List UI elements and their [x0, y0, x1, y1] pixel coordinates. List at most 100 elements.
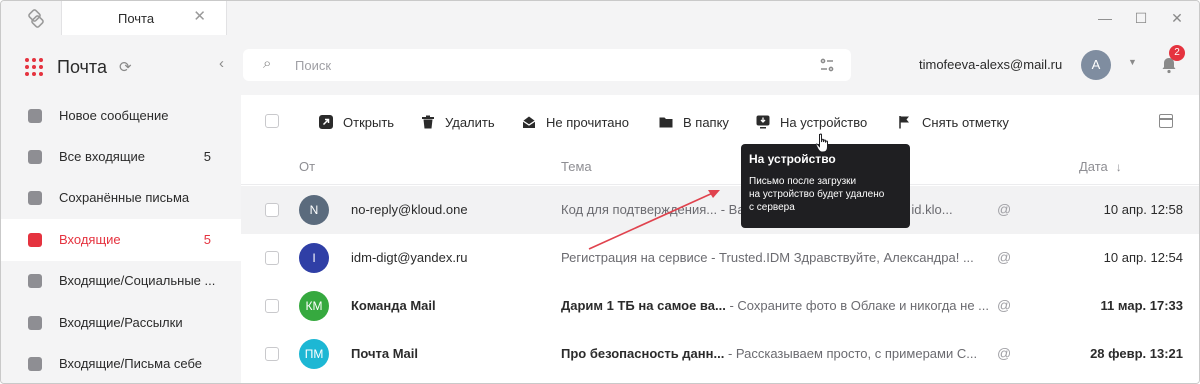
- delete-button[interactable]: Удалить: [421, 113, 495, 131]
- sidebar-item-label: Все входящие: [59, 149, 146, 164]
- envelope-icon: [28, 233, 42, 247]
- open-envelope-icon: [522, 116, 536, 128]
- save-to-device-tooltip: На устройство Письмо после загрузки на у…: [741, 144, 910, 228]
- sender-name: no-reply@kloud.one: [351, 202, 468, 217]
- unflag-label: Снять отметку: [922, 114, 1009, 130]
- minimize-icon[interactable]: —: [1095, 8, 1115, 28]
- search-input[interactable]: [295, 56, 775, 74]
- refresh-icon[interactable]: ⟳: [119, 58, 132, 76]
- subject-text: Про безопасность данн...: [561, 346, 725, 361]
- subject-text: Дарим 1 ТБ на самое ва...: [561, 298, 726, 313]
- sender-avatar: ПМ: [299, 339, 329, 369]
- flag-icon: [899, 116, 909, 129]
- mark-unread-label: Не прочитано: [546, 114, 629, 130]
- column-date[interactable]: Дата ↓: [1079, 159, 1122, 174]
- trash-icon: [422, 115, 434, 129]
- mark-unread-button[interactable]: Не прочитано: [522, 113, 629, 131]
- sidebar-item-all-inbox[interactable]: Все входящие 5: [1, 136, 241, 178]
- tooltip-line: Письмо после загрузки: [749, 176, 857, 187]
- delete-label: Удалить: [445, 114, 495, 130]
- save-to-device-label: На устройство: [780, 114, 868, 130]
- sidebar-item-label: Входящие/Письма себе: [59, 356, 203, 371]
- folder-icon: [28, 316, 42, 330]
- device-download-icon: [756, 115, 770, 129]
- message-row[interactable]: N no-reply@kloud.one Код для подтвержден…: [241, 186, 1199, 234]
- message-date: 10 апр. 12:54: [1103, 250, 1183, 265]
- layout-toggle-icon[interactable]: [1159, 114, 1173, 128]
- move-to-folder-button[interactable]: В папку: [659, 113, 729, 131]
- sidebar-item-label: Входящие/Рассылки: [59, 315, 183, 330]
- sidebar-item-label: Входящие/Социальные ...: [59, 273, 216, 288]
- sidebar-item-count: 5: [203, 232, 211, 247]
- filter-icon[interactable]: [819, 57, 835, 73]
- sender-avatar: I: [299, 243, 329, 273]
- column-subject[interactable]: Тема: [561, 159, 592, 174]
- tab-label: Почта: [118, 11, 155, 26]
- sender-avatar: N: [299, 195, 329, 225]
- avatar[interactable]: A: [1081, 50, 1111, 80]
- sender-name: Почта Mail: [351, 346, 418, 361]
- sidebar-item-label: Входящие: [59, 232, 121, 247]
- sender-name: Команда Mail: [351, 298, 436, 313]
- app-logo-icon: [28, 9, 44, 28]
- sidebar-item-inbox[interactable]: Входящие 5: [1, 219, 241, 261]
- account-email[interactable]: timofeeva-alexs@mail.ru: [919, 57, 1062, 72]
- subject-text: Регистрация на сервисе: [561, 250, 708, 265]
- select-all-checkbox[interactable]: [265, 114, 279, 128]
- message-date: 10 апр. 12:58: [1103, 202, 1183, 217]
- column-from[interactable]: От: [299, 159, 315, 174]
- search-box[interactable]: ⌕: [243, 49, 851, 81]
- open-label: Открыть: [343, 114, 395, 130]
- row-checkbox[interactable]: [265, 251, 279, 265]
- notification-badge: 2: [1169, 45, 1185, 61]
- row-checkbox[interactable]: [265, 299, 279, 313]
- message-date: 11 мар. 17:33: [1100, 298, 1183, 313]
- move-to-folder-label: В папку: [683, 114, 729, 130]
- sidebar-title: Почта: [57, 56, 107, 77]
- folder-icon: [28, 274, 42, 288]
- search-icon: ⌕: [263, 55, 272, 72]
- tab-close-icon[interactable]: ✕: [193, 9, 206, 24]
- snippet-text: - Рассказываем просто, с примерами С...: [724, 346, 978, 361]
- open-arrow-icon: [319, 115, 333, 129]
- sidebar-item-saved[interactable]: Сохранённые письма: [1, 177, 241, 219]
- collapse-sidebar-icon[interactable]: ‹: [219, 55, 224, 72]
- message-row[interactable]: ПМ Почта Mail Про безопасность данн... -…: [241, 330, 1199, 378]
- save-icon: [28, 191, 42, 205]
- message-subject: Про безопасность данн... - Рассказываем …: [561, 346, 991, 361]
- sender-avatar: КМ: [299, 291, 329, 321]
- folder-icon: [28, 357, 42, 371]
- sidebar-item-social[interactable]: Входящие/Социальные ...: [1, 260, 241, 302]
- close-window-icon[interactable]: ✕: [1167, 8, 1187, 28]
- row-checkbox[interactable]: [265, 203, 279, 217]
- maximize-icon[interactable]: ☐: [1131, 8, 1151, 28]
- open-button[interactable]: Открыть: [319, 113, 394, 131]
- sort-down-icon: ↓: [1115, 160, 1122, 174]
- top-bar: ⌕ timofeeva-alexs@mail.ru A ▼ 2: [241, 35, 1199, 95]
- sidebar-item-label: Сохранённые письма: [59, 190, 190, 205]
- main-area: ⌕ timofeeva-alexs@mail.ru A ▼ 2: [241, 35, 1199, 383]
- title-bar: Почта ✕ — ☐ ✕: [1, 1, 1199, 35]
- at-sign-icon: @: [997, 201, 1012, 217]
- tab-mail[interactable]: Почта ✕: [61, 1, 227, 35]
- message-row[interactable]: КМ Команда Mail Дарим 1 ТБ на самое ва..…: [241, 282, 1199, 330]
- plus-icon: [28, 109, 42, 123]
- row-checkbox[interactable]: [265, 347, 279, 361]
- sidebar-item-self[interactable]: Входящие/Письма себе: [1, 343, 241, 383]
- folder-icon: [659, 117, 673, 128]
- save-to-device-button[interactable]: На устройство: [756, 113, 867, 131]
- tooltip-line: с сервера: [749, 202, 795, 213]
- sidebar-item-newsletters[interactable]: Входящие/Рассылки: [1, 302, 241, 344]
- inbox-tray-icon: [28, 150, 42, 164]
- at-sign-icon: @: [997, 345, 1012, 361]
- message-row[interactable]: I idm-digt@yandex.ru Регистрация на серв…: [241, 234, 1199, 282]
- unflag-button[interactable]: Снять отметку: [898, 113, 1009, 131]
- sidebar-item-count: 5: [203, 149, 211, 164]
- apps-grid-icon[interactable]: [25, 58, 43, 76]
- at-sign-icon: @: [997, 297, 1012, 313]
- sidebar-item-label: Новое сообщение: [59, 108, 169, 123]
- message-subject: Дарим 1 ТБ на самое ва... - Сохраните фо…: [561, 298, 991, 313]
- brand: Почта ⟳: [25, 55, 132, 79]
- sidebar-item-new-message[interactable]: Новое сообщение: [1, 95, 241, 137]
- chevron-down-icon[interactable]: ▼: [1128, 57, 1137, 67]
